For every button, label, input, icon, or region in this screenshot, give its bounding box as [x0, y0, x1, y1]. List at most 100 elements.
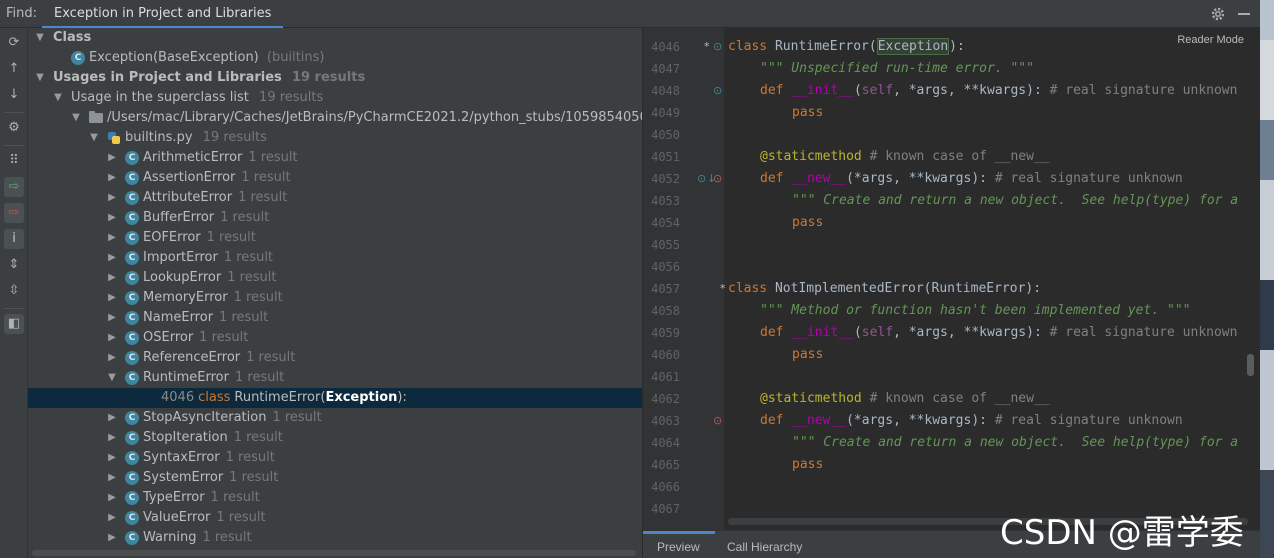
tree-group-usages[interactable]: ▼ Usages in Project and Libraries 19 res… [28, 68, 642, 88]
chevron-right-icon[interactable]: ▶ [106, 468, 118, 488]
horizontal-scrollbar[interactable] [32, 550, 636, 556]
tree-item-class[interactable]: ▶ C TypeError 1 result [28, 488, 642, 508]
tree-item-class[interactable]: ▶ C MemoryError 1 result [28, 288, 642, 308]
chevron-right-icon[interactable]: ▶ [106, 148, 118, 168]
result-count: 1 result [241, 170, 291, 185]
tree-item-class[interactable]: ▶ C LookupError 1 result [28, 268, 642, 288]
class-name: MemoryError [143, 290, 228, 305]
chevron-right-icon[interactable]: ▶ [106, 408, 118, 428]
chevron-down-icon[interactable]: ▼ [88, 128, 100, 148]
class-name: StopIteration [143, 430, 228, 445]
item-text: ValueError 1 result [143, 508, 266, 528]
arrow-down-icon[interactable]: ↓ [4, 85, 24, 105]
chevron-right-icon[interactable]: ▶ [106, 228, 118, 248]
chevron-right-icon[interactable]: ▶ [106, 348, 118, 368]
params: (*args, **kwargs): [846, 413, 995, 428]
tree-item-class[interactable]: ▶ C ReferenceError 1 result [28, 348, 642, 368]
usages-tree: ▼ Class C Exception(BaseException) (buil… [28, 28, 642, 558]
group-count: 19 results [259, 90, 324, 105]
group-by-icon[interactable]: ⠿ [4, 151, 24, 171]
tree-group-class[interactable]: ▼ Class [28, 28, 642, 48]
background-block [1260, 120, 1274, 180]
tab-find-results[interactable]: Exception in Project and Libraries [42, 0, 284, 28]
arrow-up-icon[interactable]: ↑ [4, 59, 24, 79]
reader-mode-button[interactable]: Reader Mode [1177, 34, 1244, 46]
find-label: Find: [6, 6, 38, 21]
settings-icon[interactable]: ⚙ [4, 118, 24, 138]
rerun-icon[interactable]: ⟳ [4, 33, 24, 53]
tree-item-class[interactable]: ▶ C ImportError 1 result [28, 248, 642, 268]
show-read-access-icon[interactable]: ⇨ [4, 177, 24, 197]
code-line: def __init__(self, *args, **kwargs): # r… [760, 322, 1237, 344]
chevron-down-icon[interactable]: ▼ [52, 88, 64, 108]
gear-icon[interactable] [1210, 6, 1226, 22]
result-count: 1 result [272, 410, 322, 425]
chevron-down-icon[interactable]: ▼ [34, 28, 46, 48]
tree-item-class[interactable]: ▶ C ArithmeticError 1 result [28, 148, 642, 168]
overridden-marker-icon[interactable]: ⊙ [713, 168, 722, 190]
show-info-icon[interactable]: i [4, 229, 24, 249]
chevron-right-icon[interactable]: ▶ [106, 248, 118, 268]
chevron-down-icon[interactable]: ▼ [70, 108, 82, 128]
tree-item-usage-line[interactable]: 4046 class RuntimeError(Exception): [28, 388, 642, 408]
tree-group-superclass-usage[interactable]: ▼ Usage in the superclass list 19 result… [28, 88, 642, 108]
chevron-right-icon[interactable]: ▶ [106, 528, 118, 548]
modified-marker-icon[interactable]: * [720, 278, 726, 300]
tree-item-file[interactable]: ▼ builtins.py 19 results [28, 128, 642, 148]
tab-preview[interactable]: Preview [657, 540, 700, 554]
chevron-right-icon[interactable]: ▶ [106, 168, 118, 188]
code-preview[interactable]: 4046 4047 4048 4049 4050 4051 4052 4053 4054 4055… [643, 28, 1260, 530]
chevron-right-icon[interactable]: ▶ [106, 428, 118, 448]
tree-item-class[interactable]: ▶ C AssertionError 1 result [28, 168, 642, 188]
preview-toggle-icon[interactable]: ◧ [4, 314, 24, 334]
expand-all-icon[interactable]: ⇕ [4, 255, 24, 275]
tree-item-class[interactable]: ▶ C AttributeError 1 result [28, 188, 642, 208]
tree-item-class[interactable]: ▶ C BufferError 1 result [28, 208, 642, 228]
minimize-icon[interactable] [1238, 13, 1250, 15]
tree-item-class[interactable]: ▶ C SystemError 1 result [28, 468, 642, 488]
tree-item-class[interactable]: ▶ C StopIteration 1 result [28, 428, 642, 448]
class-icon: C [125, 371, 139, 385]
chevron-right-icon[interactable]: ▶ [106, 288, 118, 308]
tree-item-class[interactable]: ▶ C Warning 1 result [28, 528, 642, 548]
line-number: 4052 [651, 172, 680, 186]
keyword: def [760, 83, 792, 98]
show-write-access-icon[interactable]: ⇨ [4, 203, 24, 223]
result-count: 1 result [199, 330, 249, 345]
vertical-scrollbar[interactable] [1247, 354, 1254, 376]
chevron-right-icon[interactable]: ▶ [106, 328, 118, 348]
tree-item-target-class[interactable]: C Exception(BaseException) (builtins) [28, 48, 642, 68]
tree-item-class[interactable]: ▶ C StopAsyncIteration 1 result [28, 408, 642, 428]
chevron-right-icon[interactable]: ▶ [106, 208, 118, 228]
class-name: ValueError [143, 510, 211, 525]
tree-item-class[interactable]: ▶ C SyntaxError 1 result [28, 448, 642, 468]
implemented-marker-icon[interactable]: ⊙ [713, 36, 722, 58]
override-marker-icon[interactable]: ⊙ [697, 168, 706, 190]
tree-item-class[interactable]: ▶ C ValueError 1 result [28, 508, 642, 528]
tab-call-hierarchy[interactable]: Call Hierarchy [727, 540, 802, 554]
code-line: def __init__(self, *args, **kwargs): # r… [760, 80, 1237, 102]
tree-item-class[interactable]: ▶ C NameError 1 result [28, 308, 642, 328]
override-marker-icon[interactable]: ⊙ [713, 80, 722, 102]
overridden-marker-icon[interactable]: ⊙ [713, 410, 722, 432]
collapse-all-icon[interactable]: ⇳ [4, 281, 24, 301]
background-block [1260, 470, 1274, 558]
result-count: 1 result [229, 470, 279, 485]
chevron-down-icon[interactable]: ▼ [34, 68, 46, 88]
item-meta: (builtins) [266, 50, 325, 65]
chevron-right-icon[interactable]: ▶ [106, 508, 118, 528]
tree-item-class[interactable]: ▶ C EOFError 1 result [28, 228, 642, 248]
tree-item-class[interactable]: ▼ C RuntimeError 1 result [28, 368, 642, 388]
find-toolbar: ⟳ ↑ ↓ ⚙ ⠿ ⇨ ⇨ i ⇕ ⇳ ◧ [0, 28, 28, 558]
chevron-right-icon[interactable]: ▶ [106, 268, 118, 288]
item-text: ArithmeticError 1 result [143, 148, 298, 168]
chevron-right-icon[interactable]: ▶ [106, 308, 118, 328]
chevron-right-icon[interactable]: ▶ [106, 488, 118, 508]
chevron-down-icon[interactable]: ▼ [106, 368, 118, 388]
tree-item-class[interactable]: ▶ C OSError 1 result [28, 328, 642, 348]
chevron-right-icon[interactable]: ▶ [106, 448, 118, 468]
tree-item-directory[interactable]: ▼ /Users/mac/Library/Caches/JetBrains/Py… [28, 108, 642, 128]
chevron-right-icon[interactable]: ▶ [106, 188, 118, 208]
modified-marker-icon[interactable]: * [704, 36, 710, 58]
line-number: 4053 [651, 194, 680, 208]
